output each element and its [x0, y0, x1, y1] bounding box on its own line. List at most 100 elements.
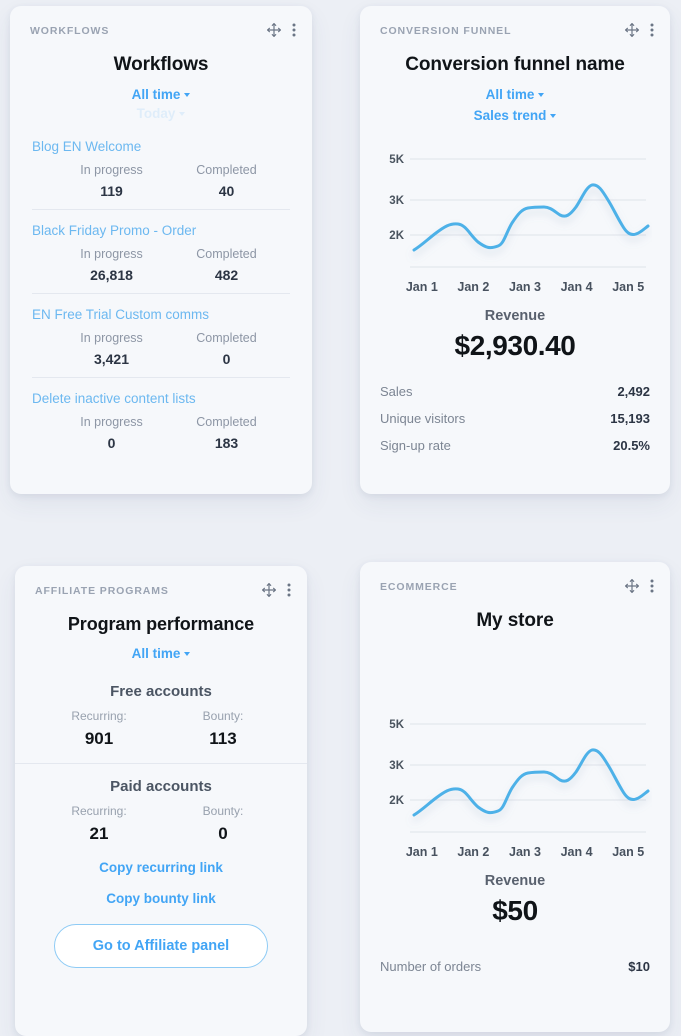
funnel-time-range-dropdown[interactable]: All time [360, 87, 670, 102]
workflow-completed: Completed 40 [169, 163, 284, 199]
chart-line-series [412, 183, 650, 252]
stat-name: Sales [380, 384, 413, 399]
move-cross-icon[interactable] [624, 22, 640, 38]
stat-name: Unique visitors [380, 411, 466, 426]
stat-value: 15,193 [610, 411, 650, 426]
workflow-name-link[interactable]: Blog EN Welcome [32, 139, 290, 154]
kebab-menu-icon[interactable] [292, 22, 296, 38]
workflows-time-range-ghost-option[interactable]: Today [10, 106, 312, 121]
list-item: Unique visitors 15,193 [380, 405, 650, 432]
kebab-menu-icon[interactable] [287, 582, 291, 598]
page-title: Program performance [67, 614, 255, 634]
stat-name: Number of orders [380, 959, 482, 974]
list-item: Black Friday Promo - Order In progress 2… [32, 209, 290, 293]
move-cross-icon[interactable] [266, 22, 282, 38]
column-header-completed: Completed [196, 331, 257, 345]
card-eyebrow: ECOMMERCE [380, 581, 458, 593]
list-item: Number of orders $10 [380, 953, 650, 980]
stat-value: 2,492 [617, 384, 650, 399]
ytick-2k: 2K [389, 795, 404, 807]
workflow-in-progress: In progress 26,818 [54, 247, 169, 283]
list-item: EN Free Trial Custom comms In progress 3… [32, 293, 290, 377]
ytick-5k: 5K [389, 154, 404, 166]
workflow-in-progress: In progress 3,421 [54, 331, 169, 367]
workflow-stats: In progress 119 Completed 40 [32, 163, 290, 199]
value-completed: 40 [218, 183, 235, 199]
card-eyebrow: WORKFLOWS [30, 25, 110, 37]
conversion-funnel-chart: 5K 3K 2K [374, 145, 652, 273]
affiliate-time-range-label: All time [131, 646, 181, 661]
xtick-label: Jan 2 [457, 845, 490, 859]
workflow-name-link[interactable]: EN Free Trial Custom comms [32, 307, 290, 322]
paid-accounts-block: Paid accounts Recurring: 21 Bounty: 0 [15, 763, 307, 844]
workflows-time-range-ghost-label: Today [136, 106, 176, 121]
card-header-actions [261, 582, 291, 598]
chart-x-axis: Jan 1 Jan 2 Jan 3 Jan 4 Jan 5 [396, 280, 654, 294]
affiliate-programs-card: AFFILIATE PROGRAMS Program performance A… [15, 566, 307, 1036]
label-recurring: Recurring: [71, 709, 127, 723]
xtick-label: Jan 1 [405, 845, 438, 859]
chart-x-axis: Jan 1 Jan 2 Jan 3 Jan 4 Jan 5 [396, 845, 654, 859]
free-recurring: Recurring: 901 [37, 709, 161, 749]
funnel-metric-dropdown[interactable]: Sales trend [360, 108, 670, 123]
workflow-list: Blog EN Welcome In progress 119 Complete… [10, 139, 312, 461]
workflow-completed: Completed 482 [169, 247, 284, 283]
value-in-progress: 3,421 [93, 351, 130, 367]
label-recurring: Recurring: [71, 804, 127, 818]
ytick-2k: 2K [389, 230, 404, 242]
card-header: CONVERSION FUNNEL [360, 6, 670, 38]
label-bounty: Bounty: [202, 709, 244, 723]
workflow-stats: In progress 3,421 Completed 0 [32, 331, 290, 367]
column-header-completed: Completed [196, 247, 257, 261]
workflow-stats: In progress 26,818 Completed 482 [32, 247, 290, 283]
metric-label: Revenue [484, 873, 546, 889]
xtick-label: Jan 4 [560, 845, 593, 859]
move-cross-icon[interactable] [624, 578, 640, 594]
xtick-label: Jan 5 [612, 280, 645, 294]
ytick-5k: 5K [389, 719, 404, 731]
free-accounts-title: Free accounts [110, 683, 212, 700]
ytick-3k: 3K [389, 195, 404, 207]
funnel-time-range-label: All time [485, 87, 535, 102]
value-recurring: 901 [84, 729, 114, 748]
card-eyebrow: AFFILIATE PROGRAMS [35, 585, 169, 597]
metric-value: $2,930.40 [454, 330, 576, 361]
workflow-in-progress: In progress 119 [54, 163, 169, 199]
card-eyebrow: CONVERSION FUNNEL [380, 25, 512, 37]
list-item: Sales 2,492 [380, 378, 650, 405]
chart-line-series [412, 748, 650, 817]
affiliate-time-range-dropdown[interactable]: All time [15, 646, 307, 661]
card-header: AFFILIATE PROGRAMS [15, 566, 307, 598]
copy-recurring-link[interactable]: Copy recurring link [15, 860, 307, 875]
workflow-in-progress: In progress 0 [54, 415, 169, 451]
column-header-completed: Completed [196, 163, 257, 177]
card-header: ECOMMERCE [360, 562, 670, 594]
ytick-3k: 3K [389, 760, 404, 772]
paid-accounts-title: Paid accounts [110, 778, 212, 795]
funnel-metric-label: Sales trend [473, 108, 547, 123]
stat-value: $10 [628, 959, 650, 974]
chevron-down-icon [184, 652, 191, 656]
copy-bounty-link[interactable]: Copy bounty link [15, 891, 307, 906]
list-item: Sign-up rate 20.5% [380, 432, 650, 459]
list-item: Delete inactive content lists In progres… [32, 377, 290, 461]
value-bounty: 113 [209, 729, 237, 748]
go-to-affiliate-panel-button[interactable]: Go to Affiliate panel [54, 924, 268, 968]
chevron-down-icon [184, 93, 191, 97]
value-completed: 0 [222, 351, 231, 367]
ecommerce-chart: 5K 3K 2K [374, 710, 652, 838]
move-cross-icon[interactable] [261, 582, 277, 598]
kebab-menu-icon[interactable] [650, 578, 654, 594]
line-chart-svg: 5K 3K 2K [389, 719, 650, 833]
workflows-time-range-dropdown[interactable]: All time [10, 87, 312, 102]
paid-recurring: Recurring: 21 [37, 804, 161, 844]
value-in-progress: 0 [107, 435, 116, 451]
page-title: My store [476, 610, 554, 631]
kebab-menu-icon[interactable] [650, 22, 654, 38]
chevron-down-icon [538, 93, 545, 97]
free-accounts-stats: Recurring: 901 Bounty: 113 [37, 709, 285, 749]
workflow-name-link[interactable]: Black Friday Promo - Order [32, 223, 290, 238]
free-bounty: Bounty: 113 [161, 709, 285, 749]
workflow-name-link[interactable]: Delete inactive content lists [32, 391, 290, 406]
